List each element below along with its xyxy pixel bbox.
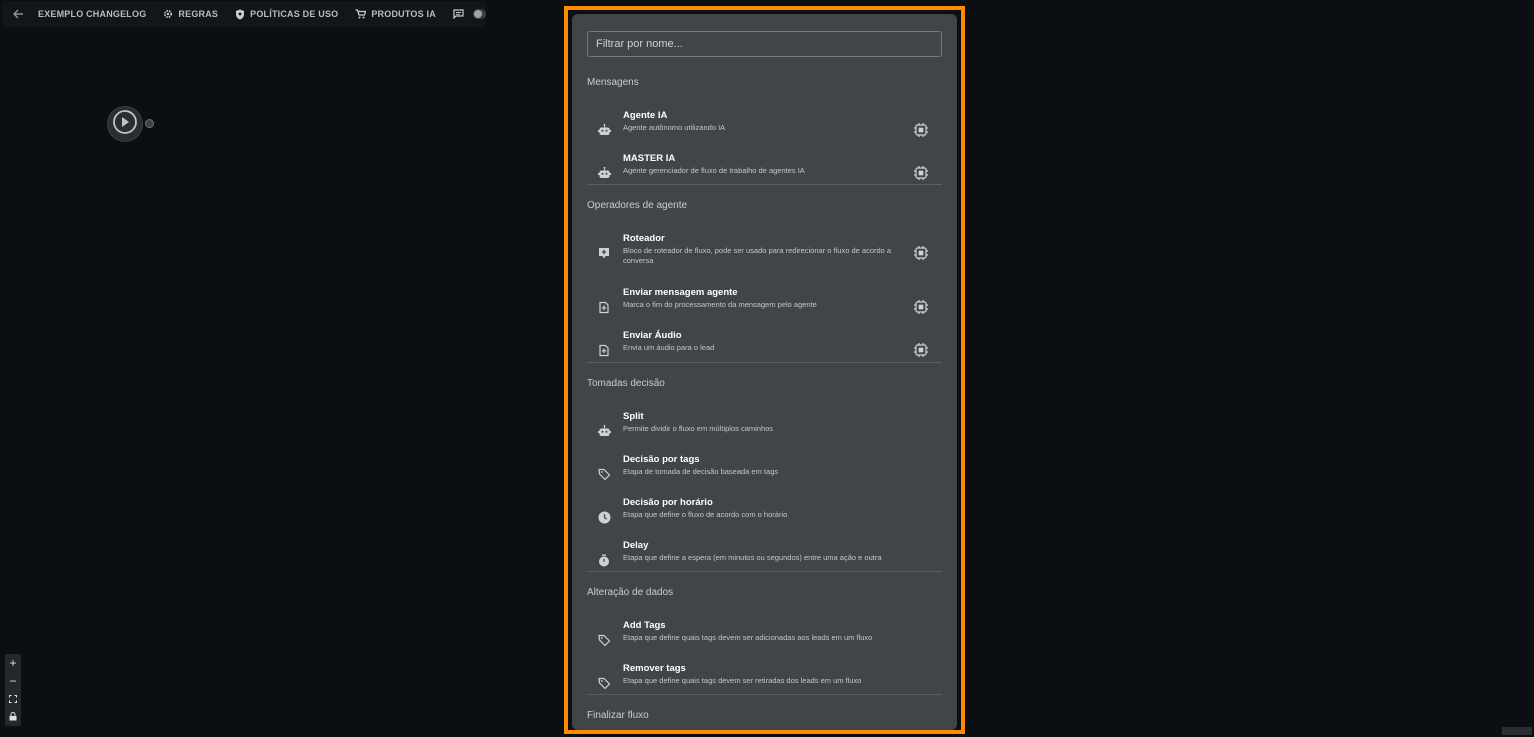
- item-description: Marca o fim do processamento da mensagem…: [623, 300, 817, 309]
- section-title-operadores: Operadores de agente: [587, 200, 688, 211]
- robot-icon: [597, 123, 611, 137]
- section-title-finalizar-fluxo: Finalizar fluxo: [587, 710, 649, 721]
- clock-icon: [597, 510, 611, 524]
- palette-item-agente-ia[interactable]: Agente IA Agente autônomo utilizando IA: [587, 110, 942, 150]
- send-icon: [597, 343, 611, 357]
- palette-item-master-ia[interactable]: MASTER IA Agente gerenciador de fluxo de…: [587, 153, 942, 193]
- palette-item-decisao-por-horario[interactable]: Decisão por horário Etapa que define o f…: [587, 497, 942, 537]
- flow-title[interactable]: EXEMPLO CHANGELOG: [38, 9, 146, 19]
- flow-title-label: EXEMPLO CHANGELOG: [38, 9, 147, 19]
- item-description: Permite dividir o fluxo em múltiplos cam…: [623, 424, 774, 433]
- robot-icon: [597, 424, 611, 438]
- tag-icon: [597, 676, 611, 690]
- item-title: MASTER IA: [623, 153, 676, 164]
- item-title: Remover tags: [623, 663, 686, 674]
- lock-icon: [9, 710, 17, 724]
- chat-button[interactable]: [453, 9, 464, 19]
- gear-icon: [163, 9, 173, 19]
- filter-input[interactable]: [587, 31, 942, 57]
- item-title: Decisão por tags: [623, 454, 700, 465]
- chip-icon: [913, 245, 929, 261]
- usage-policies-label: POLÍTICAS DE USO: [250, 9, 339, 19]
- item-title: Split: [623, 411, 644, 422]
- item-title: Roteador: [623, 233, 665, 244]
- item-description: Etapa de tomada de decisão baseada em ta…: [623, 467, 779, 476]
- section-divider: [587, 362, 942, 363]
- palette-item-enviar-audio[interactable]: Enviar Áudio Envia um áudio para o lead: [587, 330, 942, 370]
- section-title-tomadas-decisao: Tomadas decisão: [587, 378, 665, 389]
- chip-icon: [913, 122, 929, 138]
- cart-icon: [355, 9, 367, 19]
- tag-icon: [597, 467, 611, 481]
- palette-item-enviar-mensagem-agente[interactable]: Enviar mensagem agente Marca o fim do pr…: [587, 287, 942, 327]
- item-title: Enviar mensagem agente: [623, 287, 738, 298]
- item-title: Delay: [623, 540, 649, 551]
- robot-icon: [597, 166, 611, 180]
- palette-item-decisao-por-tags[interactable]: Decisão por tags Etapa de tomada de deci…: [587, 454, 942, 494]
- item-description: Agente autônomo utilizando IA: [623, 123, 726, 132]
- palette-item-add-tags[interactable]: Add Tags Etapa que define quais tags dev…: [587, 620, 942, 660]
- send-icon: [597, 300, 611, 314]
- node-connection-handle[interactable]: [145, 119, 154, 128]
- fit-view-button[interactable]: [5, 690, 21, 708]
- chip-icon: [913, 299, 929, 315]
- zoom-in-button[interactable]: +: [5, 654, 21, 672]
- item-description: Etapa que define a espera (em minutos ou…: [623, 553, 882, 562]
- item-description: Etapa que define quais tags devem ser re…: [623, 676, 862, 685]
- lock-button[interactable]: [5, 708, 21, 726]
- plus-icon: +: [9, 656, 17, 670]
- canvas-controls: + −: [5, 654, 21, 726]
- play-icon: [112, 109, 138, 140]
- top-toolbar: EXEMPLO CHANGELOG REGRAS POLÍTICAS DE US…: [2, 1, 486, 27]
- back-button[interactable]: [12, 8, 24, 20]
- item-description: Etapa que define quais tags devem ser ad…: [623, 633, 873, 642]
- ai-products-button[interactable]: PRODUTOS IA: [355, 9, 436, 19]
- ai-products-label: PRODUTOS IA: [371, 9, 436, 19]
- rules-button[interactable]: REGRAS: [163, 9, 218, 19]
- toggle-switch[interactable]: [472, 9, 486, 19]
- fit-view-icon: [9, 692, 17, 706]
- section-divider: [587, 571, 942, 572]
- section-title-mensagens: Mensagens: [587, 77, 639, 88]
- minus-icon: −: [9, 674, 17, 688]
- palette-item-delay[interactable]: Delay Etapa que define a espera (em minu…: [587, 540, 942, 580]
- palette-item-remover-tags[interactable]: Remover tags Etapa que define quais tags…: [587, 663, 942, 703]
- zoom-out-button[interactable]: −: [5, 672, 21, 690]
- shield-icon: [235, 9, 245, 20]
- usage-policies-button[interactable]: POLÍTICAS DE USO: [235, 9, 338, 20]
- item-title: Enviar Áudio: [623, 330, 682, 341]
- rules-label: REGRAS: [178, 9, 219, 19]
- palette-item-split[interactable]: Split Permite dividir o fluxo em múltipl…: [587, 411, 942, 451]
- chat-icon: [453, 9, 464, 19]
- item-description: Agente gerenciador de fluxo de trabalho …: [623, 166, 805, 175]
- router-icon: [597, 246, 611, 260]
- item-title: Agente IA: [623, 110, 668, 121]
- start-node[interactable]: [108, 107, 142, 141]
- item-title: Decisão por horário: [623, 497, 713, 508]
- chip-icon: [913, 342, 929, 358]
- item-description: Envia um áudio para o lead: [623, 343, 715, 352]
- item-description: Etapa que define o fluxo de acordo com o…: [623, 510, 788, 519]
- node-palette-highlight: Mensagens Agente IA Agente autônomo util…: [564, 6, 965, 734]
- attribution-badge[interactable]: [1502, 727, 1532, 735]
- item-description: Bloco de roteador de fluxo, pode ser usa…: [623, 246, 892, 265]
- palette-item-roteador[interactable]: Roteador Bloco de roteador de fluxo, pod…: [587, 233, 942, 273]
- tag-icon: [597, 633, 611, 647]
- timer-icon: [597, 553, 611, 567]
- section-title-alteracao-dados: Alteração de dados: [587, 587, 674, 598]
- node-palette: Mensagens Agente IA Agente autônomo util…: [572, 14, 957, 730]
- section-divider: [587, 694, 942, 695]
- chip-icon: [913, 165, 929, 181]
- arrow-left-icon: [12, 8, 24, 20]
- section-divider: [587, 184, 942, 185]
- item-title: Add Tags: [623, 620, 666, 631]
